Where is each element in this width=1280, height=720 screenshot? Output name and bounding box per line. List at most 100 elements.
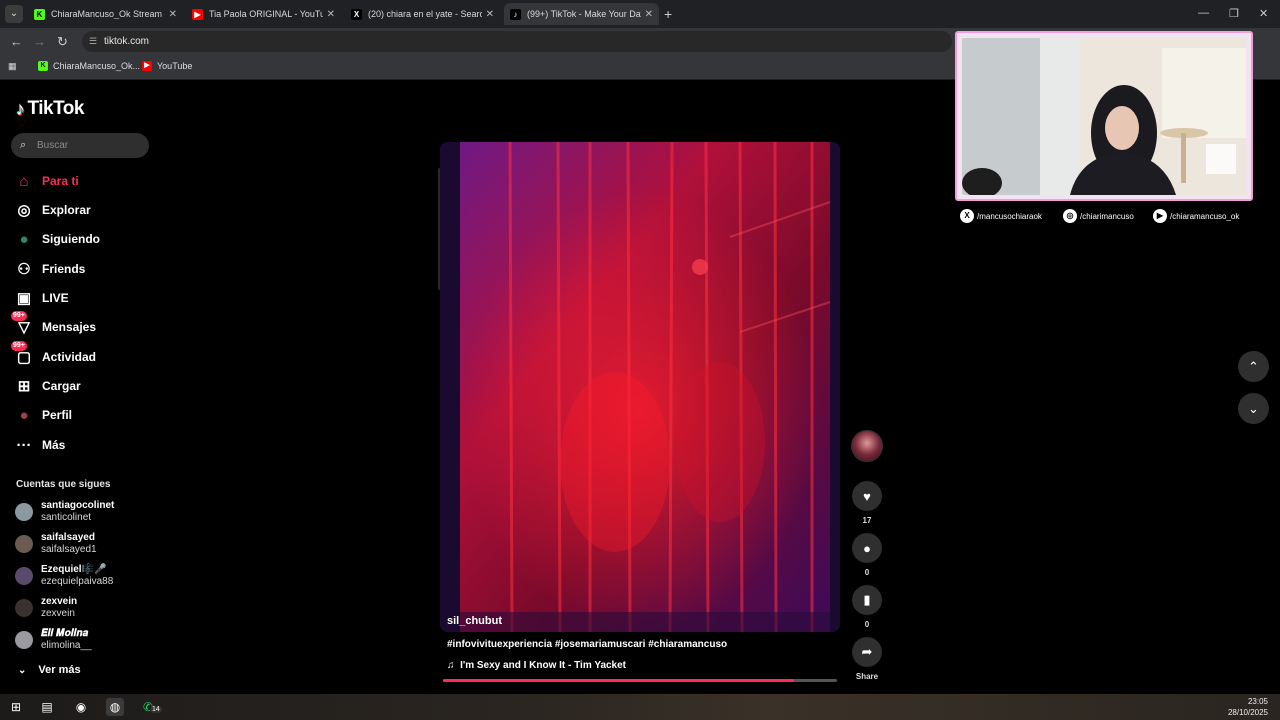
address-bar[interactable]: ☰ tiktok.com <box>82 31 952 52</box>
save-button[interactable]: ▮ <box>852 585 882 615</box>
bookmark-label: ChiaraMancuso_Ok... <box>53 61 141 71</box>
minimize-button[interactable]: — <box>1198 7 1209 19</box>
site-info-icon[interactable]: ☰ <box>89 31 97 52</box>
see-more-button[interactable]: ⌄ Ver más <box>18 664 81 676</box>
new-tab-button[interactable]: + <box>664 6 672 22</box>
account-name: Ezequiel🎼🎤 <box>41 564 107 575</box>
account-name: zexvein <box>41 596 78 607</box>
tiktok-logo[interactable]: ♪ TikTok <box>16 98 84 120</box>
clock-date: 28/10/2025 <box>1227 708 1268 717</box>
webcam-scene <box>962 38 1246 195</box>
following-avatar-icon: ● <box>19 230 29 248</box>
messages-icon: ▽ 99+ <box>11 311 30 336</box>
notification-badge: 99+ <box>11 311 27 321</box>
social-handle: X/mancusochiaraok <box>960 209 1042 223</box>
bookmark-item[interactable]: K ChiaraMancuso_Ok... <box>38 61 140 71</box>
bookmark-favicon-icon: ▶ <box>142 61 152 71</box>
close-tab-icon[interactable]: ✕ <box>169 9 177 20</box>
task-view-icon[interactable]: ▤ <box>38 698 56 716</box>
video-frame <box>440 142 840 632</box>
browser-tab[interactable]: ♪ (99+) TikTok - Make Your Day ✕ <box>504 3 659 25</box>
close-window-button[interactable]: ✕ <box>1259 7 1268 20</box>
nav-label: Para ti <box>42 174 79 188</box>
tab-favicon-icon: ♪ <box>510 8 521 20</box>
video-description[interactable]: #infovivituexperiencia #josemariamuscari… <box>447 639 727 650</box>
nav-item-para-ti[interactable]: ⌂ Para ti <box>14 170 79 192</box>
account-name: santiagocolinet <box>41 500 115 511</box>
nav-item-siguiendo[interactable]: ● Siguiendo <box>14 228 100 250</box>
bookmark-label: YouTube <box>157 61 193 71</box>
nav-item-cargar[interactable]: ⊞ Cargar <box>14 375 81 397</box>
windows-taskbar: ⊞ ▤ ◉ ◍ ✆ 14 23:05 28/10/2025 <box>0 694 1280 720</box>
account-username: elimolina__ <box>41 640 92 651</box>
creator-avatar[interactable] <box>851 430 883 462</box>
followed-account[interactable]: zexvein zexvein <box>15 596 77 620</box>
social-handle: ▶/chiaramancuso_ok <box>1153 209 1239 223</box>
tab-favicon-icon: K <box>34 8 45 20</box>
browser-tab[interactable]: X (20) chiara en el yate - Search / ✕ <box>345 3 500 25</box>
search-input[interactable]: ⌕ Buscar <box>11 133 149 158</box>
nav-item-live[interactable]: ▣ LIVE <box>14 287 69 309</box>
video-progress-bar[interactable] <box>443 679 837 682</box>
nav-item-actividad[interactable]: ▢ 99+ Actividad <box>11 341 96 368</box>
followed-account[interactable]: santiagocolinet santicolinet <box>15 500 114 524</box>
restore-button[interactable]: ❐ <box>1229 7 1239 20</box>
obs-icon[interactable]: ◉ <box>72 698 90 716</box>
system-clock[interactable]: 23:05 28/10/2025 <box>1228 696 1268 718</box>
next-video-button[interactable]: ⌄ <box>1238 393 1269 424</box>
share-button[interactable]: ➦ <box>852 637 882 667</box>
close-tab-icon[interactable]: ✕ <box>486 9 494 20</box>
tab-title: (20) chiara en el yate - Search / <box>368 9 482 19</box>
whatsapp-icon[interactable]: ✆ 14 <box>139 698 162 716</box>
windows-start-icon[interactable]: ⊞ <box>7 698 25 716</box>
instagram-icon: ◎ <box>1063 209 1077 223</box>
profile-avatar-icon: ● <box>19 406 29 424</box>
video-author[interactable]: sil_chubut <box>447 615 502 627</box>
account-username: santicolinet <box>41 512 92 523</box>
video-music[interactable]: ♫ I'm Sexy and I Know It - Tim Yacket <box>447 660 626 671</box>
account-username: ezequielpaiva88 <box>41 576 114 587</box>
nav-label: Cargar <box>42 379 81 393</box>
x-logo-icon: X <box>960 209 974 223</box>
like-button[interactable]: ♥ <box>852 481 882 511</box>
browser-tab-bar: ⌄ K ChiaraMancuso_Ok Stream - W ✕ ▶ Tia Paol… <box>0 0 1280 28</box>
nav-item-explorar[interactable]: ◎ Explorar <box>14 199 90 221</box>
followed-account[interactable]: 𝑬𝒍𝒊 𝑴𝒐𝒍𝒊𝒏𝒂 elimolina__ <box>15 628 92 652</box>
logo-text: TikTok <box>27 98 85 119</box>
nav-item-perfil[interactable]: ● Perfil <box>14 404 72 426</box>
see-more-label: Ver más <box>38 664 81 676</box>
tab-title: (99+) TikTok - Make Your Day <box>527 9 641 19</box>
close-tab-icon[interactable]: ✕ <box>645 9 653 20</box>
nav-label: LIVE <box>42 291 69 305</box>
forward-button[interactable]: → <box>33 34 46 49</box>
heart-icon: ♥ <box>863 488 871 504</box>
close-tab-icon[interactable]: ✕ <box>327 9 335 20</box>
apps-grid-icon[interactable]: ▦ <box>8 61 17 72</box>
clock-time: 23:05 <box>1247 697 1268 706</box>
like-count: 17 <box>862 516 872 525</box>
social-handle-text: /chiaramancuso_ok <box>1170 211 1240 221</box>
webcam-feed <box>962 38 1246 195</box>
avatar <box>15 567 33 585</box>
browser-tab[interactable]: ▶ Tia Paola ORIGINAL - YouTube ✕ <box>186 3 341 25</box>
back-button[interactable]: ← <box>10 34 23 49</box>
nav-item-friends[interactable]: ⚇ Friends <box>14 258 85 280</box>
bookmark-favicon-icon: K <box>38 61 48 71</box>
followed-account[interactable]: saifalsayed saifalsayed1 <box>15 532 97 556</box>
nav-item-m-s[interactable]: ··· Más <box>14 434 66 456</box>
nav-label: Más <box>42 438 66 452</box>
avatar <box>15 535 33 553</box>
followed-account[interactable]: Ezequiel🎼🎤 ezequielpaiva88 <box>15 564 113 588</box>
avatar <box>15 631 33 649</box>
reload-button[interactable]: ↻ <box>57 34 68 50</box>
comment-button[interactable]: ● <box>852 533 882 563</box>
comment-count: 0 <box>864 568 870 577</box>
previous-video-button[interactable]: ⌃ <box>1238 351 1269 382</box>
tab-search-button[interactable]: ⌄ <box>5 5 23 23</box>
nav-item-mensajes[interactable]: ▽ 99+ Mensajes <box>11 311 96 338</box>
chrome-icon[interactable]: ◍ <box>106 698 124 716</box>
tab-favicon-icon: ▶ <box>192 8 203 20</box>
bookmark-item[interactable]: ▶ YouTube <box>142 61 192 71</box>
browser-tab[interactable]: K ChiaraMancuso_Ok Stream - W ✕ <box>28 3 183 25</box>
video-player[interactable] <box>440 142 840 632</box>
